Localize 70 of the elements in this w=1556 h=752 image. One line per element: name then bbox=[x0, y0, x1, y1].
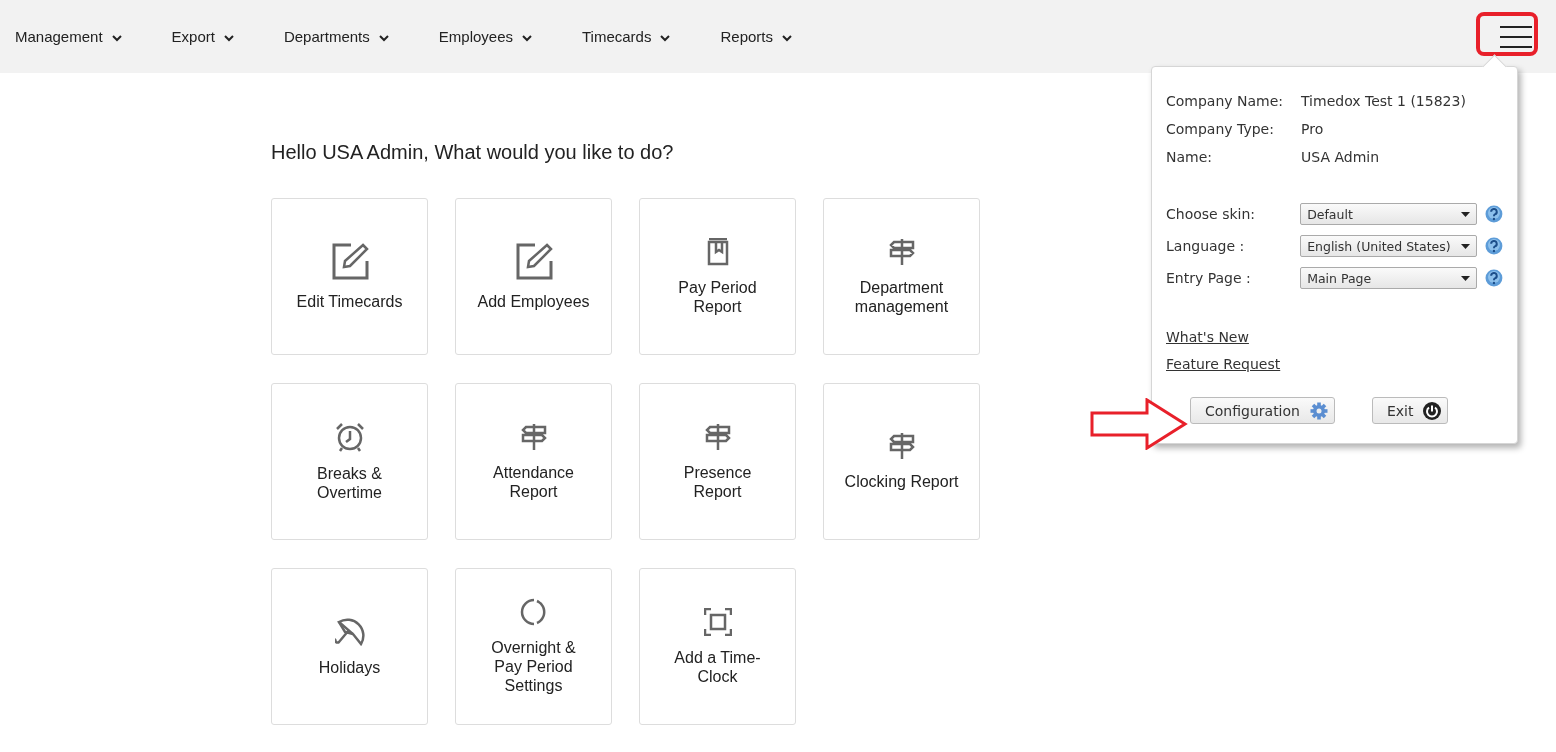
signpost-icon bbox=[887, 432, 916, 460]
tile-label: Holidays bbox=[318, 658, 381, 677]
setting-label: Entry Page : bbox=[1166, 270, 1252, 286]
dropdown-field[interactable]: Default bbox=[1300, 203, 1478, 225]
dropdown-arrow-icon bbox=[1461, 275, 1471, 281]
nav-menu-item[interactable]: Reports bbox=[720, 28, 792, 45]
setting-label: Choose skin: bbox=[1166, 206, 1257, 222]
tile-label: Overnight & Pay Period Settings bbox=[491, 638, 576, 695]
action-tile[interactable]: Attendance Report bbox=[455, 383, 612, 540]
info-label: Company Name: bbox=[1166, 93, 1285, 109]
signpost-icon bbox=[887, 237, 916, 266]
edit-icon bbox=[514, 242, 553, 280]
tile-label: Department management bbox=[854, 277, 949, 316]
tile-label: Attendance Report bbox=[493, 462, 574, 501]
caret-icon bbox=[660, 34, 671, 42]
setting-label: Language : bbox=[1166, 238, 1246, 254]
panel-link[interactable]: Feature Request bbox=[1166, 356, 1281, 372]
caret-icon bbox=[223, 34, 234, 42]
umbrella-icon bbox=[334, 616, 365, 646]
frame-icon bbox=[703, 607, 732, 636]
caret-icon bbox=[378, 34, 389, 42]
edit-icon bbox=[330, 242, 369, 280]
caret-icon bbox=[522, 34, 532, 42]
help-icon[interactable] bbox=[1485, 205, 1503, 223]
signpost-icon bbox=[519, 422, 548, 451]
action-tile[interactable]: Pay Period Report bbox=[639, 198, 796, 355]
nav-menu-item[interactable]: Export bbox=[171, 28, 234, 45]
panel-link[interactable]: What's New bbox=[1166, 329, 1249, 345]
greeting-text: Hello USA Admin, What would you like to do? bbox=[271, 141, 674, 164]
tile-label: Add a Time- Clock bbox=[674, 647, 761, 686]
nav-menu-item[interactable]: Departments bbox=[283, 28, 389, 45]
help-icon[interactable] bbox=[1485, 269, 1503, 287]
action-tile[interactable]: Add Employees bbox=[455, 198, 612, 355]
tile-label: Add Employees bbox=[477, 292, 590, 311]
tile-label: Breaks & Overtime bbox=[317, 463, 382, 502]
menu-icon bbox=[1500, 25, 1532, 48]
exit-button[interactable]: Exit bbox=[1371, 397, 1449, 424]
action-tile[interactable]: Presence Report bbox=[639, 383, 796, 540]
tile-label: Edit Timecards bbox=[296, 292, 403, 311]
action-tile[interactable]: Department management bbox=[823, 198, 980, 355]
action-tile[interactable]: Add a Time- Clock bbox=[639, 568, 796, 725]
book-icon bbox=[706, 237, 729, 266]
alarm-clock-icon bbox=[334, 421, 365, 452]
info-value: USA Admin bbox=[1301, 149, 1381, 165]
caret-icon bbox=[111, 34, 122, 42]
action-tile[interactable]: Overnight & Pay Period Settings bbox=[455, 568, 612, 725]
nav-menu-item[interactable]: Management bbox=[15, 28, 122, 45]
signpost-icon bbox=[703, 422, 732, 451]
dropdown-field[interactable]: English (United States) bbox=[1300, 235, 1478, 257]
tile-label: Clocking Report bbox=[844, 472, 959, 491]
info-value: Timedox Test 1 (15823) bbox=[1301, 93, 1467, 109]
tile-label: Presence Report bbox=[683, 462, 752, 501]
help-icon[interactable] bbox=[1485, 237, 1503, 255]
caret-icon bbox=[782, 34, 792, 42]
dropdown-field[interactable]: Main Page bbox=[1300, 267, 1478, 289]
action-tile[interactable]: Breaks & Overtime bbox=[271, 383, 428, 540]
info-label: Company Type: bbox=[1166, 121, 1275, 137]
tile-label: Pay Period Report bbox=[678, 277, 757, 316]
nav-menu-item[interactable]: Employees bbox=[438, 28, 532, 45]
configuration-button[interactable]: Configuration bbox=[1190, 397, 1335, 424]
action-tile[interactable]: Clocking Report bbox=[823, 383, 980, 540]
info-label: Name: bbox=[1166, 149, 1214, 165]
info-value: Pro bbox=[1301, 121, 1325, 137]
nav-menu-item[interactable]: Timecards bbox=[582, 28, 671, 45]
action-tile[interactable]: Holidays bbox=[271, 568, 428, 725]
dropdown-arrow-icon bbox=[1461, 243, 1471, 249]
gear-icon bbox=[1309, 401, 1328, 420]
action-tile[interactable]: Edit Timecards bbox=[271, 198, 428, 355]
dropdown-arrow-icon bbox=[1461, 211, 1471, 217]
power-icon bbox=[1423, 401, 1442, 420]
